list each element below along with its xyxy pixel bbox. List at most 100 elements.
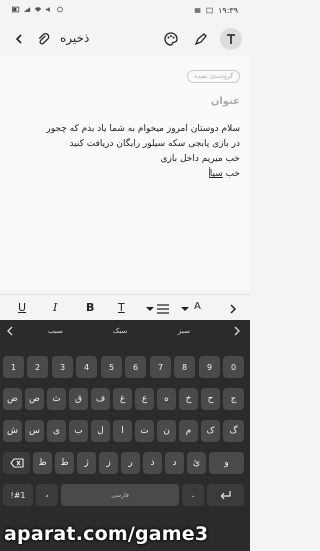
save-button[interactable]: ذخیره <box>60 31 89 45</box>
note-line-prefix: خب <box>222 169 240 179</box>
status-right: ۱۹:۳۹ <box>194 6 238 15</box>
key-letter[interactable]: ظ <box>33 452 52 474</box>
key-letter[interactable]: ئ <box>187 452 206 474</box>
text-mode-button[interactable] <box>220 28 242 50</box>
wifi-icon <box>34 7 42 12</box>
palette-icon <box>164 32 178 46</box>
chevron-left-icon <box>15 34 22 44</box>
text-color-button[interactable]: T <box>118 301 125 314</box>
key-9[interactable]: 9 <box>199 356 220 378</box>
attach-button[interactable] <box>32 28 54 50</box>
underline-button[interactable]: U <box>18 301 26 314</box>
note-toolbar: ذخیره <box>0 24 250 54</box>
dropdown-arrow-icon[interactable] <box>180 304 190 314</box>
font-size-button[interactable]: A <box>194 301 201 312</box>
mute-icon <box>45 7 50 12</box>
italic-button[interactable]: I <box>53 301 57 314</box>
text-t-icon <box>227 34 235 44</box>
key-letter[interactable]: ن <box>157 420 176 442</box>
key-1[interactable]: 1 <box>3 356 24 378</box>
paperclip-icon <box>38 32 49 44</box>
comma-key[interactable]: ، <box>36 484 58 506</box>
key-letter[interactable]: ا <box>113 420 132 442</box>
key-letter[interactable]: ع <box>135 388 154 410</box>
note-body[interactable]: سلام دوستان امروز میخوام به شما یاد بدم … <box>8 122 240 182</box>
chevron-right-icon[interactable] <box>228 303 238 315</box>
signal-icon <box>23 7 31 12</box>
key-letter[interactable]: م <box>179 420 198 442</box>
composing-word: سیا <box>209 169 223 179</box>
key-letter[interactable]: ک <box>201 420 220 442</box>
key-6[interactable]: 6 <box>125 356 146 378</box>
key-letter[interactable]: ه <box>157 388 176 410</box>
key-letter[interactable]: ر <box>121 452 140 474</box>
palette-button[interactable] <box>160 28 182 50</box>
backspace-key[interactable] <box>3 452 30 474</box>
pen-button[interactable] <box>190 28 212 50</box>
key-letter[interactable]: ب <box>69 420 88 442</box>
key-2[interactable]: 2 <box>27 356 48 378</box>
key-letter[interactable]: ص <box>25 388 44 410</box>
key-7[interactable]: 7 <box>150 356 171 378</box>
symbols-key[interactable]: !#1 <box>3 484 33 506</box>
note-line-current: خب سیا <box>8 167 240 182</box>
key-4[interactable]: 4 <box>76 356 97 378</box>
key-5[interactable]: 5 <box>101 356 122 378</box>
keyboard: سبب سبک سبز 1 2 3 4 5 6 7 8 9 0 ض ص ث ق … <box>0 320 250 551</box>
suggestion-3[interactable]: سبز <box>178 327 190 335</box>
status-bar: ۱۹:۳۹ <box>0 0 250 22</box>
key-letter[interactable]: و <box>209 452 244 474</box>
key-letter[interactable]: ف <box>91 388 110 410</box>
note-editor[interactable]: گروه‌بندی نشده عنوان سلام دوستان امروز م… <box>0 56 250 290</box>
key-letter[interactable]: ح <box>201 388 220 410</box>
backspace-icon <box>9 458 24 468</box>
key-letter[interactable]: س <box>25 420 44 442</box>
key-letter[interactable]: ج <box>223 388 244 410</box>
screen: ۱۹:۳۹ ذخیره گروه‌بندی نشده عنوان سلام دو… <box>0 0 250 551</box>
key-8[interactable]: 8 <box>174 356 195 378</box>
chevron-left-icon[interactable] <box>6 326 15 336</box>
gallery-icon <box>206 7 213 14</box>
status-icons-left <box>12 6 64 13</box>
suggestion-strip: سبب سبک سبز <box>0 320 250 342</box>
key-0[interactable]: 0 <box>223 356 244 378</box>
title-field[interactable]: عنوان <box>211 96 240 107</box>
chevron-right-icon[interactable] <box>232 326 241 336</box>
key-letter[interactable]: ط <box>55 452 74 474</box>
enter-key[interactable] <box>207 484 244 506</box>
key-letter[interactable]: ذ <box>143 452 162 474</box>
category-chip[interactable]: گروه‌بندی نشده <box>187 70 240 83</box>
alarm-icon <box>57 6 63 13</box>
list-dropdown-icon[interactable] <box>146 304 170 314</box>
clock: ۱۹:۳۹ <box>218 6 238 15</box>
key-letter[interactable]: غ <box>113 388 132 410</box>
notification-icon <box>194 8 201 13</box>
key-letter[interactable]: ز <box>99 452 118 474</box>
key-letter[interactable]: د <box>165 452 184 474</box>
note-line: در بازی پابجی سکه سیلور رایگان دریافت کن… <box>69 139 240 149</box>
key-letter[interactable]: ل <box>91 420 110 442</box>
note-line: خب میریم داخل بازی <box>160 154 240 164</box>
back-button[interactable] <box>8 28 30 50</box>
key-letter[interactable]: خ <box>179 388 198 410</box>
key-letter[interactable]: ق <box>69 388 88 410</box>
watermark: aparat.com/game3 <box>4 523 209 545</box>
key-letter[interactable]: ض <box>3 388 22 410</box>
key-letter[interactable]: ث <box>47 388 66 410</box>
battery-icon <box>12 6 20 13</box>
bold-button[interactable]: B <box>86 301 94 314</box>
period-key[interactable]: . <box>182 484 204 506</box>
key-letter[interactable]: گ <box>223 420 244 442</box>
key-letter[interactable]: ت <box>135 420 154 442</box>
suggestion-1[interactable]: سبب <box>48 327 63 335</box>
key-letter[interactable]: ی <box>47 420 66 442</box>
key-letter[interactable]: ژ <box>77 452 96 474</box>
note-line: سلام دوستان امروز میخوام به شما یاد بدم … <box>46 124 240 134</box>
suggestion-2[interactable]: سبک <box>113 327 127 335</box>
pen-icon <box>194 33 207 46</box>
key-letter[interactable]: ش <box>3 420 22 442</box>
enter-icon <box>220 491 231 500</box>
key-3[interactable]: 3 <box>52 356 73 378</box>
space-key[interactable]: فارسی <box>61 484 179 506</box>
format-bar: U I B T A <box>0 294 250 320</box>
